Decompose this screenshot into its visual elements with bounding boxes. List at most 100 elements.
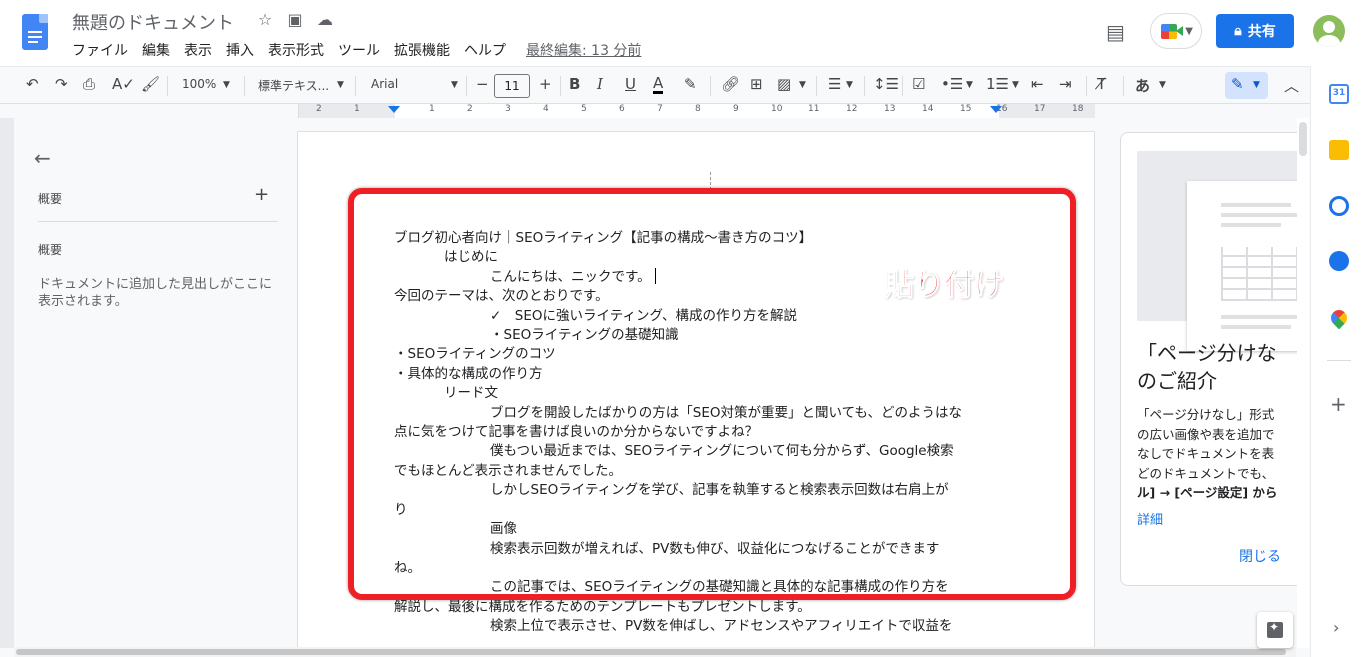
link-icon[interactable]: 🔗︎ bbox=[721, 75, 740, 93]
style-select[interactable]: 標準テキス... bbox=[258, 77, 329, 94]
document-line[interactable]: ・SEOライティングの基礎知識 bbox=[394, 326, 994, 345]
redo-icon[interactable]: ↷ bbox=[55, 75, 68, 93]
promo-title: 「ページ分けな のご紹介 bbox=[1137, 341, 1277, 393]
spellcheck-icon[interactable]: A✓ bbox=[112, 75, 135, 93]
title-actions: ☆ ▣ ☁ bbox=[254, 10, 336, 29]
close-button[interactable]: 閉じる bbox=[1239, 546, 1281, 566]
vertical-ruler bbox=[0, 118, 14, 648]
right-indent-marker[interactable] bbox=[990, 106, 1002, 113]
share-label: 共有 bbox=[1247, 24, 1276, 40]
clear-formatting-icon[interactable]: T̸ bbox=[1097, 75, 1106, 93]
keep-icon[interactable] bbox=[1329, 140, 1349, 160]
print-icon[interactable]: ⎙ bbox=[83, 75, 95, 93]
document-line[interactable]: り bbox=[394, 501, 994, 520]
menu-tools[interactable]: ツール bbox=[338, 40, 380, 60]
line-spacing-icon[interactable]: ↕☰ bbox=[873, 75, 899, 93]
chevron-down-icon[interactable]: ▼ bbox=[846, 80, 853, 90]
move-folder-icon[interactable]: ▣ bbox=[284, 10, 306, 29]
font-select[interactable]: Arial bbox=[371, 77, 398, 91]
menu-insert[interactable]: 挿入 bbox=[226, 40, 254, 60]
vertical-scrollbar[interactable] bbox=[1297, 118, 1309, 648]
pencil-icon: ✎ bbox=[1231, 75, 1244, 93]
document-line[interactable]: しかしSEOライティングを学び、記事を執筆すると検索表示回数は右肩上が bbox=[394, 481, 994, 500]
promo-body: 「ページ分けなし」形式 の広い画像や表を追加で なしでドキュメントを表 どのドキ… bbox=[1137, 407, 1278, 501]
avatar[interactable] bbox=[1313, 15, 1345, 47]
highlight-icon[interactable]: ✎ bbox=[684, 75, 697, 93]
left-indent-marker[interactable] bbox=[388, 106, 400, 113]
explore-button[interactable] bbox=[1257, 612, 1293, 648]
menu-file[interactable]: ファイル bbox=[72, 40, 128, 60]
calendar-icon[interactable]: 31 bbox=[1329, 84, 1349, 104]
align-icon[interactable]: ☰ bbox=[828, 75, 841, 93]
chevron-down-icon[interactable]: ▼ bbox=[1159, 80, 1166, 90]
decrease-font-size-icon[interactable]: − bbox=[476, 75, 489, 93]
comment-history-icon[interactable]: ▤ bbox=[1106, 20, 1125, 44]
side-apps-panel: 31 + › bbox=[1310, 66, 1366, 657]
numbered-list-icon[interactable]: 1☰ bbox=[986, 75, 1009, 93]
document-line[interactable]: でもほとんど表示されませんでした。 bbox=[394, 462, 994, 481]
chevron-down-icon: ▼ bbox=[1185, 26, 1193, 37]
menu-help[interactable]: ヘルプ bbox=[464, 40, 506, 60]
increase-indent-icon[interactable]: ⇥ bbox=[1059, 75, 1072, 93]
chevron-down-icon[interactable]: ▼ bbox=[451, 80, 458, 90]
tasks-icon[interactable] bbox=[1329, 196, 1349, 216]
editing-mode-button[interactable]: ✎ ▼ bbox=[1225, 72, 1268, 99]
document-line[interactable]: ね。 bbox=[394, 559, 994, 578]
maps-icon[interactable] bbox=[1327, 306, 1351, 330]
last-edit-link[interactable]: 最終編集: 13 分前 bbox=[526, 40, 641, 60]
insert-image-icon[interactable]: ▨ bbox=[777, 75, 791, 93]
document-line[interactable]: ・具体的な構成の作り方 bbox=[394, 365, 994, 384]
add-comment-icon[interactable]: ⊞ bbox=[750, 75, 763, 93]
italic-icon[interactable]: I bbox=[597, 75, 603, 93]
chevron-down-icon[interactable]: ▼ bbox=[966, 80, 973, 90]
document-line[interactable]: ブログ初心者向け｜SEOライティング【記事の構成～書き方のコツ】 bbox=[394, 229, 994, 248]
menu-view[interactable]: 表示 bbox=[184, 40, 212, 60]
add-summary-plus-icon[interactable]: + bbox=[254, 184, 269, 205]
document-line[interactable]: 検索上位で表示させ、PV数を伸ばし、アドセンスやアフィリエイトで収益を bbox=[394, 617, 994, 636]
document-page[interactable]: ブログ初心者向け｜SEOライティング【記事の構成～書き方のコツ】 はじめに こんにち… bbox=[298, 132, 1094, 652]
menu-extensions[interactable]: 拡張機能 bbox=[394, 40, 450, 60]
menu-edit[interactable]: 編集 bbox=[142, 40, 170, 60]
document-line[interactable]: リード文 bbox=[394, 384, 994, 403]
document-line[interactable]: この記事では、SEOライティングの基礎知識と具体的な記事構成の作り方を bbox=[394, 578, 994, 597]
share-button[interactable]: 🔒︎ 共有 bbox=[1216, 14, 1294, 48]
checklist-icon[interactable]: ☑ bbox=[912, 75, 925, 93]
document-line[interactable]: 僕もつい最近までは、SEOライティングについて何も分からず、Google検索 bbox=[394, 442, 994, 461]
document-line[interactable]: ・SEOライティングのコツ bbox=[394, 345, 994, 364]
decrease-indent-icon[interactable]: ⇤ bbox=[1031, 75, 1044, 93]
contacts-icon[interactable] bbox=[1329, 251, 1349, 271]
zoom-select[interactable]: 100% bbox=[182, 77, 216, 91]
underline-icon[interactable]: U bbox=[625, 75, 636, 93]
bold-icon[interactable]: B bbox=[569, 75, 580, 93]
input-tools-button[interactable]: あ bbox=[1135, 75, 1150, 96]
star-icon[interactable]: ☆ bbox=[254, 10, 276, 29]
document-line[interactable]: 画像 bbox=[394, 520, 994, 539]
hide-menus-chevron-up-icon[interactable]: ︿ bbox=[1284, 75, 1299, 96]
undo-icon[interactable]: ↶ bbox=[26, 75, 39, 93]
font-size-input[interactable]: 11 bbox=[494, 74, 530, 98]
paint-format-icon[interactable]: 🖌︎ bbox=[141, 75, 160, 93]
document-line[interactable]: 解説し、最後に構成を作るためのテンプレートもプレゼントします。 bbox=[394, 598, 994, 617]
add-apps-plus-icon[interactable]: + bbox=[1330, 392, 1347, 416]
horizontal-scrollbar[interactable] bbox=[14, 647, 1296, 657]
increase-font-size-icon[interactable]: + bbox=[539, 75, 552, 93]
document-line[interactable]: ブログを開設したばかりの方は「SEO対策が重要」と聞いても、どのようはな bbox=[394, 404, 994, 423]
document-line[interactable]: 検索表示回数が増えれば、PV数も伸び、収益化につなげることができます bbox=[394, 540, 994, 559]
document-title[interactable]: 無題のドキュメント bbox=[72, 9, 234, 35]
chevron-down-icon[interactable]: ▼ bbox=[337, 80, 344, 90]
text-color-icon[interactable]: A bbox=[653, 75, 664, 94]
menu-bar: ファイル 編集 表示 挿入 表示形式 ツール 拡張機能 ヘルプ 最終編集: 13… bbox=[72, 40, 655, 60]
chevron-down-icon[interactable]: ▼ bbox=[223, 80, 230, 90]
bulleted-list-icon[interactable]: •☰ bbox=[941, 75, 963, 93]
document-line[interactable]: 点に気をつけて記事を書けば良いのか分からないですよね？ bbox=[394, 423, 994, 442]
chevron-down-icon[interactable]: ▼ bbox=[1012, 80, 1019, 90]
docs-logo-icon[interactable] bbox=[22, 14, 48, 50]
details-link[interactable]: 詳細 bbox=[1137, 509, 1163, 528]
meet-button[interactable]: ▼ bbox=[1150, 13, 1202, 49]
back-arrow-icon[interactable]: ← bbox=[34, 146, 51, 170]
document-line[interactable]: ✓ SEOに強いライティング、構成の作り方を解説 bbox=[394, 307, 994, 326]
chevron-right-icon[interactable]: › bbox=[1333, 618, 1339, 637]
menu-format[interactable]: 表示形式 bbox=[268, 40, 324, 60]
chevron-down-icon[interactable]: ▼ bbox=[799, 80, 806, 90]
cloud-status-icon[interactable]: ☁ bbox=[314, 10, 336, 29]
